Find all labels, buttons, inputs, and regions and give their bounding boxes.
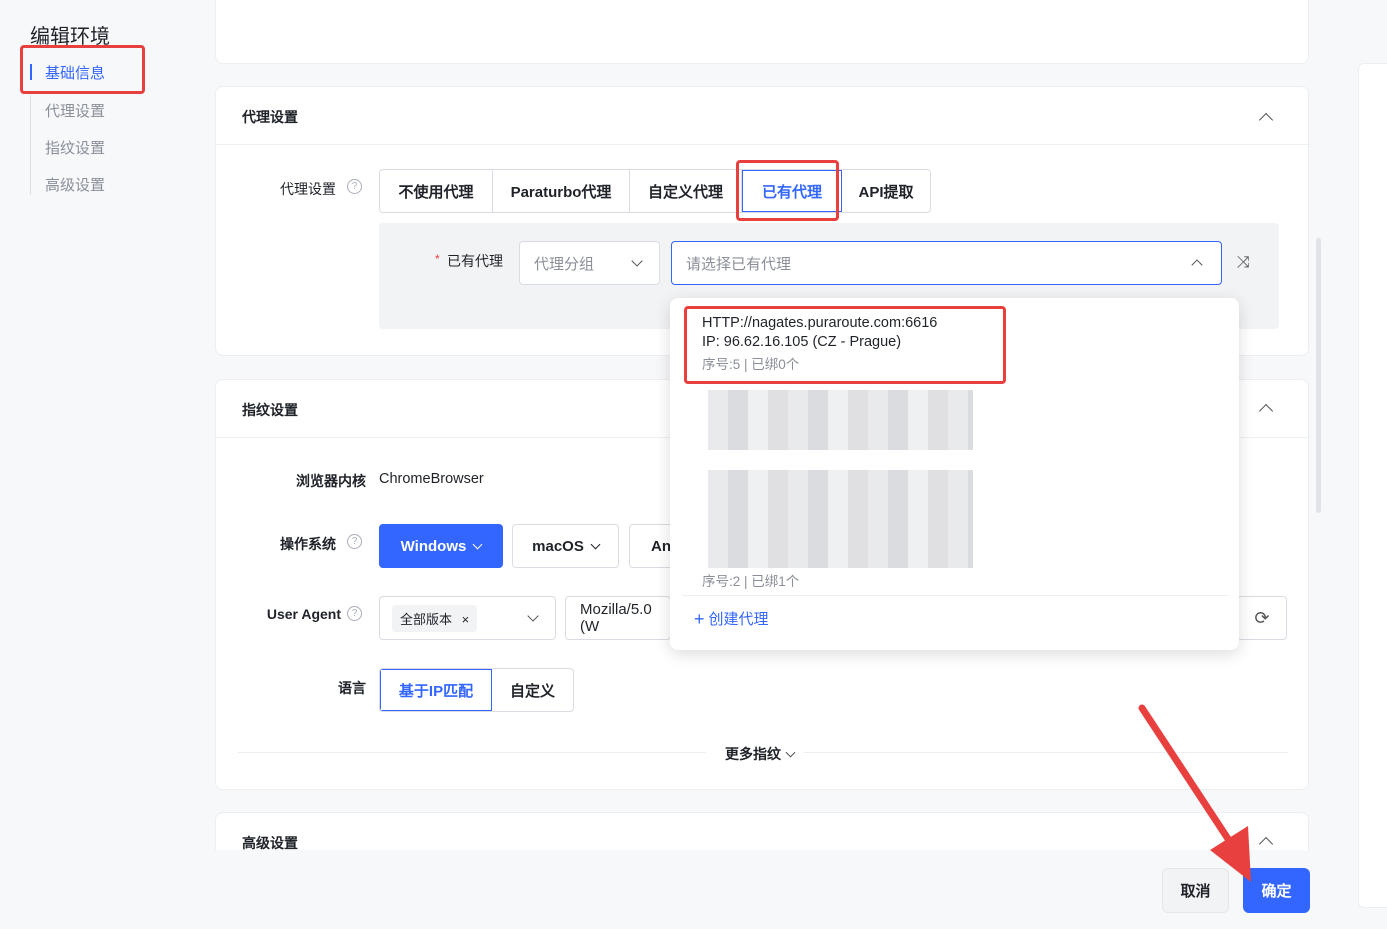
lang-custom[interactable]: 自定义 xyxy=(492,669,573,711)
proxy-field-label: 代理设置 xyxy=(280,181,336,197)
ua-version-tag: 全部版本 × xyxy=(392,604,478,632)
divider xyxy=(682,595,1229,596)
existing-proxy-label: 已有代理 xyxy=(447,253,503,269)
collapse-chevron-icon[interactable] xyxy=(1258,112,1274,128)
tab-api-extract[interactable]: API提取 xyxy=(842,170,930,212)
nav-rail xyxy=(30,95,31,195)
os-windows-label: Windows xyxy=(400,537,467,555)
os-label: 操作系统 xyxy=(280,536,336,552)
advanced-card-title: 高级设置 xyxy=(242,835,298,850)
help-icon[interactable]: ? xyxy=(347,534,362,549)
os-android-label: An xyxy=(651,537,671,555)
chevron-down-icon xyxy=(590,539,601,549)
browser-kernel-value: ChromeBrowser xyxy=(379,471,484,487)
previous-card xyxy=(215,0,1309,64)
os-macos-label: macOS xyxy=(532,537,584,555)
help-icon[interactable]: ? xyxy=(347,179,362,194)
tab-custom-proxy[interactable]: 自定义代理 xyxy=(630,170,742,212)
highlight-existing-proxy-tab xyxy=(736,160,839,221)
os-macos-button[interactable]: macOS xyxy=(512,524,619,568)
highlight-proxy-option xyxy=(684,306,1006,384)
nav-item-fingerprint[interactable]: 指纹设置 xyxy=(45,137,105,158)
proxy-option-2-meta: 序号:2 | 已绑1个 xyxy=(702,574,800,589)
proxy-type-tabs: 不使用代理 Paraturbo代理 自定义代理 已有代理 API提取 xyxy=(379,169,931,213)
existing-proxy-select[interactable]: 请选择已有代理 xyxy=(671,241,1222,285)
refresh-icon: ⟳ xyxy=(1254,607,1270,628)
user-agent-label: User Agent xyxy=(266,606,341,622)
shuffle-icon[interactable]: ⤨ xyxy=(1237,254,1250,272)
scrollbar[interactable] xyxy=(1316,238,1321,513)
ua-value-input[interactable]: Mozilla/5.0 (W xyxy=(565,596,671,640)
ua-version-select[interactable]: 全部版本 × xyxy=(379,596,556,640)
highlight-nav-basic-info xyxy=(20,45,145,94)
proxy-card-title: 代理设置 xyxy=(242,109,298,125)
red-arrow-annotation xyxy=(1138,704,1251,882)
chevron-down-icon xyxy=(527,610,539,622)
fingerprint-card-title: 指纹设置 xyxy=(242,402,298,418)
create-proxy-label: 创建代理 xyxy=(708,611,769,628)
proxy-group-placeholder: 代理分组 xyxy=(534,255,595,273)
blurred-proxy-option[interactable] xyxy=(708,470,973,568)
browser-kernel-label: 浏览器内核 xyxy=(296,473,366,489)
card-divider xyxy=(216,144,1310,145)
refresh-ua-button[interactable]: ⟳ xyxy=(1237,596,1287,640)
chevron-up-icon xyxy=(1191,259,1203,271)
lang-ip-match[interactable]: 基于IP匹配 xyxy=(380,669,492,711)
chevron-down-icon xyxy=(785,747,796,757)
tab-paraturbo-proxy[interactable]: Paraturbo代理 xyxy=(493,170,630,212)
collapse-chevron-icon[interactable] xyxy=(1258,403,1274,419)
language-options: 基于IP匹配 自定义 xyxy=(379,668,574,712)
side-panel xyxy=(1358,63,1387,908)
close-icon[interactable]: × xyxy=(462,612,470,627)
existing-proxy-placeholder: 请选择已有代理 xyxy=(686,255,792,273)
plus-icon: + xyxy=(694,608,705,629)
proxy-group-select[interactable]: 代理分组 xyxy=(519,241,660,285)
language-label: 语言 xyxy=(338,680,366,696)
os-windows-button[interactable]: Windows xyxy=(379,524,503,568)
chevron-down-icon xyxy=(472,539,483,549)
nav-item-proxy[interactable]: 代理设置 xyxy=(45,100,105,121)
more-fingerprint-label: 更多指纹 xyxy=(725,746,781,762)
chevron-down-icon xyxy=(631,255,643,267)
tab-no-proxy[interactable]: 不使用代理 xyxy=(380,170,493,212)
divider xyxy=(238,752,706,753)
required-mark: * xyxy=(435,252,440,266)
help-icon[interactable]: ? xyxy=(347,606,362,621)
create-proxy-button[interactable]: + 创建代理 xyxy=(694,608,769,629)
nav-item-advanced[interactable]: 高级设置 xyxy=(45,174,105,195)
ua-version-tag-label: 全部版本 xyxy=(400,611,453,627)
ua-value-text: Mozilla/5.0 (W xyxy=(580,601,652,635)
blurred-proxy-option[interactable] xyxy=(708,390,973,450)
more-fingerprint-toggle[interactable]: 更多指纹 xyxy=(725,744,796,764)
